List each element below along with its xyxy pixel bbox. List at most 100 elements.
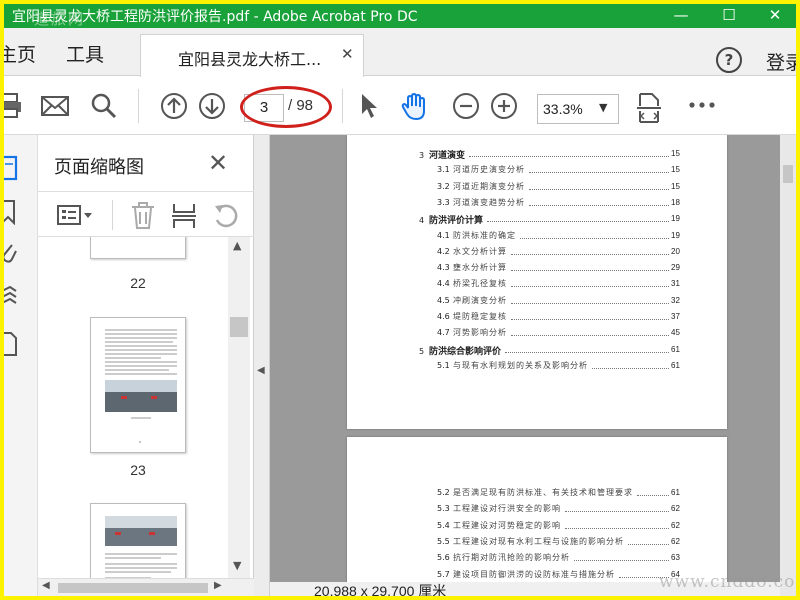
toc-page-number: 61	[671, 488, 680, 497]
tab-close-icon[interactable]: ✕	[341, 45, 354, 63]
help-icon[interactable]: ?	[716, 47, 742, 73]
scrollbar-handle[interactable]	[58, 583, 208, 593]
thumbnail-page[interactable]	[90, 503, 186, 578]
toc-leader	[469, 156, 669, 157]
toc-entry[interactable]: 3 河道演变	[419, 148, 465, 161]
toc-title: 桥梁孔径复核	[453, 279, 507, 289]
toc-title: 建设项目防御洪涝的设防标准与措施分析	[453, 569, 615, 579]
toc-entry[interactable]: 4.2 水文分析计算	[437, 246, 507, 257]
chevron-down-icon: ▼	[599, 101, 608, 114]
toc-number: 5.6	[437, 553, 450, 563]
toc-page-number: 62	[671, 536, 680, 546]
toc-entry[interactable]: 5.7 建设项目防御洪涝的设防标准与措施分析	[437, 569, 615, 580]
zoom-out-icon[interactable]	[452, 92, 480, 120]
search-icon[interactable]	[90, 92, 118, 120]
toc-title: 防洪综合影响评价	[429, 346, 502, 357]
toc-title: 防洪评价计算	[429, 216, 484, 227]
toc-entry[interactable]: 3.3 河道演变趋势分析	[437, 197, 525, 208]
toc-number: 5.1	[437, 360, 450, 370]
zoom-select[interactable]: 33.3% ▼	[537, 94, 619, 124]
scroll-right-icon[interactable]: ▶	[214, 580, 222, 591]
scrollbar-handle[interactable]	[230, 317, 248, 337]
panel-title: 页面缩略图	[54, 157, 144, 178]
thumbnail-page[interactable]	[90, 317, 186, 453]
toc-page-number: 62	[671, 504, 680, 514]
toc-entry[interactable]: 5 防洪综合影响评价	[419, 344, 501, 357]
toc-entry[interactable]: 3.2 河道近期演变分析	[437, 181, 525, 192]
toc-title: 工程建设对行洪安全的影响	[453, 504, 561, 514]
thumbnail-vertical-scrollbar[interactable]: ▲ ▼	[228, 237, 250, 578]
toc-leader	[511, 253, 669, 255]
delete-page-icon[interactable]	[130, 202, 156, 230]
insert-page-icon[interactable]	[172, 202, 196, 230]
toc-number: 4.5	[437, 295, 450, 305]
toc-page-number: 19	[671, 214, 680, 224]
toc-entry[interactable]: 4.1 防洪标准的确定	[437, 230, 516, 241]
toc-title: 工程建设对现有水利工程与设施的影响分析	[453, 536, 624, 546]
toc-page-number: 19	[671, 230, 680, 240]
close-icon[interactable]: ✕	[752, 4, 796, 28]
fit-page-icon[interactable]	[636, 92, 662, 124]
toc-leader	[592, 367, 669, 369]
toc-entry[interactable]: 4.3 壅水分析计算	[437, 262, 507, 273]
zoom-in-icon[interactable]	[490, 92, 518, 120]
page-dimensions: 20.988 x 29.700 厘米	[314, 583, 447, 596]
maximize-icon[interactable]: ☐	[706, 4, 752, 28]
scroll-up-icon[interactable]: ▲	[233, 239, 241, 252]
minimize-icon[interactable]: —	[658, 4, 704, 28]
toc-leader	[637, 495, 669, 496]
toc-entry[interactable]: 4.5 冲刷演变分析	[437, 295, 507, 306]
collapse-panel-icon[interactable]: ◀	[257, 365, 265, 376]
scrollbar-handle[interactable]	[783, 165, 793, 183]
prev-page-icon[interactable]	[160, 92, 188, 120]
document-view[interactable]: ◀ 3 河道演变 15 3.1 河道历史演变分析 15 3.2 河道近期演变分析 15 3.3 河道…	[254, 135, 796, 596]
document-tab[interactable]: 宜阳县灵龙大桥工... ✕	[140, 34, 364, 77]
login-button[interactable]: 登录	[766, 48, 796, 75]
watermark-bottom-right: www.cnddo.com	[659, 572, 796, 592]
toc-title: 河势影响分析	[453, 328, 507, 338]
toc-entry[interactable]: 4.6 堤防稳定复核	[437, 311, 507, 322]
document-icon[interactable]	[4, 331, 18, 357]
panel-collapse-gutter[interactable]: ◀	[254, 135, 270, 596]
menu-home[interactable]: 主页	[4, 40, 36, 67]
toc-title: 抗行期对防汛抢险的影响分析	[453, 553, 570, 563]
toc-entry[interactable]: 5.5 工程建设对现有水利工程与设施的影响分析	[437, 536, 624, 547]
toc-leader	[511, 286, 669, 288]
rotate-page-icon[interactable]	[212, 202, 240, 230]
thumbnail-horizontal-scrollbar[interactable]: ◀ ▶	[38, 578, 254, 596]
toc-entry[interactable]: 5.2 是否满足现有防洪标准、有关技术和管理要求	[437, 487, 633, 498]
toc-entry[interactable]: 5.3 工程建设对行洪安全的影响	[437, 503, 561, 514]
toc-entry[interactable]: 5.4 工程建设对河势稳定的影响	[437, 520, 561, 531]
print-icon[interactable]	[4, 92, 24, 120]
layers-icon[interactable]	[4, 285, 18, 311]
next-page-icon[interactable]	[198, 92, 226, 120]
toc-entry[interactable]: 5.6 抗行期对防汛抢险的影响分析	[437, 552, 570, 563]
toc-leader	[529, 172, 669, 174]
page-thumbnails-icon[interactable]	[4, 155, 18, 181]
select-cursor-icon[interactable]	[358, 92, 380, 120]
toc-leader	[529, 204, 669, 206]
thumbnail-page[interactable]	[90, 237, 186, 259]
scroll-down-icon[interactable]: ▼	[233, 559, 241, 572]
toc-entry[interactable]: 4.7 河势影响分析	[437, 327, 507, 338]
bookmark-icon[interactable]	[4, 199, 16, 225]
attachment-icon[interactable]	[4, 241, 18, 265]
toc-leader	[511, 319, 669, 320]
toc-page-number: 18	[671, 197, 680, 207]
toc-entry[interactable]: 3.1 河道历史演变分析	[437, 164, 525, 175]
hand-tool-icon[interactable]	[400, 92, 430, 122]
email-icon[interactable]	[40, 92, 70, 120]
toc-entry[interactable]: 5.1 与现有水利规划的关系及影响分析	[437, 360, 588, 371]
menu-tools[interactable]: 工具	[66, 40, 104, 67]
panel-close-icon[interactable]: ✕	[208, 149, 228, 177]
toc-title: 壅水分析计算	[453, 263, 507, 273]
thumbnail-options-icon[interactable]	[56, 204, 96, 226]
panel-toolbar	[38, 191, 254, 237]
more-icon[interactable]	[688, 101, 716, 109]
toc-leader	[565, 511, 669, 513]
document-vertical-scrollbar[interactable]	[780, 135, 796, 596]
scroll-left-icon[interactable]: ◀	[42, 580, 50, 591]
toc-entry[interactable]: 4 防洪评价计算	[419, 213, 483, 226]
toc-number: 4	[419, 216, 425, 226]
toc-entry[interactable]: 4.4 桥梁孔径复核	[437, 278, 507, 289]
